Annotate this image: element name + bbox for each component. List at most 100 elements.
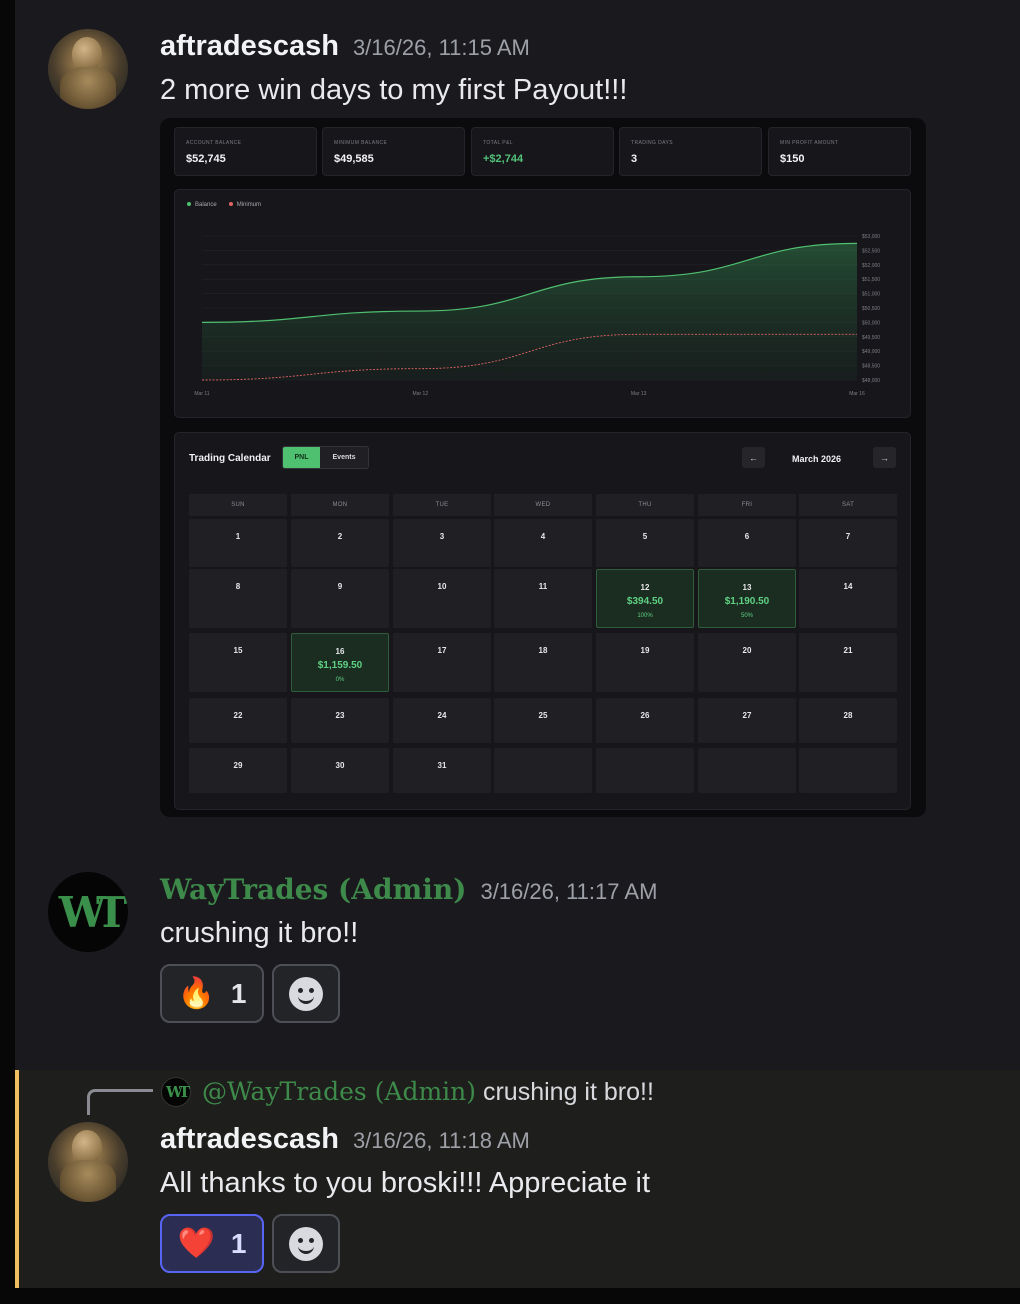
calendar-day[interactable]: 5 — [596, 519, 694, 567]
heart-icon: ❤️ — [177, 1227, 215, 1260]
calendar-day[interactable]: 14 — [799, 569, 897, 628]
day-pnl: $394.50 — [626, 596, 664, 607]
calendar-title: Trading Calendar — [189, 453, 271, 464]
calendar-day[interactable]: 22 — [189, 698, 287, 743]
stat-card-minimum-balance: MINIMUM BALANCE $49,585 — [322, 127, 465, 176]
calendar-day[interactable]: 19 — [596, 633, 694, 692]
day-number: 6 — [744, 532, 750, 541]
stat-label: TOTAL P&L — [483, 140, 513, 146]
username[interactable]: WayTrades (Admin) — [160, 873, 466, 906]
calendar-day[interactable]: 12 $394.50 100% — [596, 569, 694, 628]
x-tick-label: Mar 16 — [849, 391, 865, 397]
weekday-header: SUN — [189, 494, 287, 516]
message-text: All thanks to you broski!!! Appreciate i… — [160, 1167, 651, 1199]
avatar[interactable]: WT — [48, 872, 128, 952]
calendar-day[interactable]: 13 $1,190.50 50% — [698, 569, 796, 628]
calendar-day[interactable]: 24 — [393, 698, 491, 743]
calendar-day[interactable]: 23 — [291, 698, 389, 743]
calendar-day[interactable]: 30 — [291, 748, 389, 793]
day-number: 26 — [640, 711, 650, 720]
calendar-day[interactable]: 9 — [291, 569, 389, 628]
calendar-day[interactable]: 11 — [494, 569, 592, 628]
day-number: 28 — [843, 711, 853, 720]
x-tick-label: Mar 13 — [631, 391, 647, 397]
next-month-button[interactable]: → — [873, 447, 896, 468]
calendar-day[interactable]: 2 — [291, 519, 389, 567]
calendar-day[interactable]: 27 — [698, 698, 796, 743]
dashboard-attachment[interactable]: ACCOUNT BALANCE $52,745 MINIMUM BALANCE $4… — [160, 118, 926, 817]
y-tick-label: $51,500 — [862, 277, 880, 283]
day-pnl: $1,159.50 — [317, 660, 363, 671]
message-header: aftradescash 3/16/26, 11:15 AM — [160, 30, 530, 63]
calendar-day[interactable]: 15 — [189, 633, 287, 692]
reply-preview[interactable]: @WayTrades (Admin) crushing it bro!! — [202, 1077, 654, 1107]
timestamp: 3/16/26, 11:17 AM — [480, 879, 658, 904]
add-reaction-button[interactable] — [272, 1214, 340, 1273]
smiley-icon — [289, 976, 323, 1011]
calendar-day[interactable]: 21 — [799, 633, 897, 692]
day-pnl: $1,190.50 — [724, 596, 770, 607]
reaction-fire[interactable]: 🔥 1 — [160, 964, 264, 1023]
day-number: 31 — [437, 761, 447, 770]
username[interactable]: aftradescash — [160, 30, 339, 62]
reaction-heart[interactable]: ❤️ 1 — [160, 1214, 264, 1273]
y-tick-label: $51,000 — [862, 292, 880, 298]
calendar-day[interactable]: 20 — [698, 633, 796, 692]
calendar-day[interactable]: 10 — [393, 569, 491, 628]
day-number: 5 — [642, 532, 648, 541]
stat-value: +$2,744 — [483, 153, 524, 165]
toggle-events[interactable]: Events — [320, 447, 368, 468]
message-header: WayTrades (Admin) 3/16/26, 11:17 AM — [160, 873, 657, 906]
calendar-day[interactable]: 29 — [189, 748, 287, 793]
timestamp: 3/16/26, 11:15 AM — [352, 35, 530, 60]
balance-area — [202, 243, 857, 380]
username[interactable]: aftradescash — [160, 1123, 339, 1155]
calendar-empty-cell — [799, 748, 897, 793]
y-tick-label: $52,000 — [862, 263, 880, 269]
calendar-day[interactable]: 25 — [494, 698, 592, 743]
calendar-day[interactable]: 26 — [596, 698, 694, 743]
y-tick-label: $48,500 — [862, 364, 880, 370]
add-reaction-button[interactable] — [272, 964, 340, 1023]
day-number: 21 — [843, 646, 853, 655]
stat-label: MINIMUM BALANCE — [334, 140, 388, 146]
day-percent: 100% — [637, 613, 653, 619]
calendar-day[interactable]: 18 — [494, 633, 592, 692]
weekday-header: WED — [494, 494, 592, 516]
calendar-day[interactable]: 31 — [393, 748, 491, 793]
day-number: 11 — [538, 582, 548, 591]
toggle-pnl[interactable]: PNL — [283, 447, 320, 468]
calendar-day[interactable]: 7 — [799, 519, 897, 567]
calendar-day[interactable]: 3 — [393, 519, 491, 567]
y-tick-label: $49,000 — [862, 349, 880, 355]
mention-accent-bar — [15, 1070, 19, 1288]
day-number: 14 — [843, 582, 853, 591]
day-number: 24 — [437, 711, 447, 720]
calendar-day[interactable]: 16 $1,159.50 0% — [291, 633, 389, 692]
calendar-day[interactable]: 4 — [494, 519, 592, 567]
calendar-empty-cell — [698, 748, 796, 793]
reply-avatar: WT — [161, 1077, 191, 1107]
calendar-day[interactable]: 28 — [799, 698, 897, 743]
calendar-day[interactable]: 8 — [189, 569, 287, 628]
day-number: 29 — [233, 761, 243, 770]
day-number: 17 — [437, 646, 447, 655]
avatar[interactable] — [48, 1122, 128, 1202]
day-number: 18 — [538, 646, 548, 655]
stat-card-trading-days: TRADING DAYS 3 — [619, 127, 762, 176]
stat-value: $52,745 — [186, 153, 226, 165]
reply-mention[interactable]: @WayTrades (Admin) — [202, 1077, 476, 1106]
day-number: 12 — [640, 583, 650, 592]
calendar-day[interactable]: 6 — [698, 519, 796, 567]
weekday-header: FRI — [698, 494, 796, 516]
trading-calendar: Trading Calendar PNL Events ← March 2026… — [174, 432, 911, 810]
day-number: 7 — [845, 532, 851, 541]
calendar-day[interactable]: 17 — [393, 633, 491, 692]
reaction-count: 1 — [230, 977, 247, 1009]
timestamp: 3/16/26, 11:18 AM — [352, 1128, 530, 1153]
calendar-day[interactable]: 1 — [189, 519, 287, 567]
prev-month-button[interactable]: ← — [742, 447, 765, 468]
day-number: 16 — [335, 647, 345, 656]
weekday-header: THU — [596, 494, 694, 516]
avatar[interactable] — [48, 29, 128, 109]
